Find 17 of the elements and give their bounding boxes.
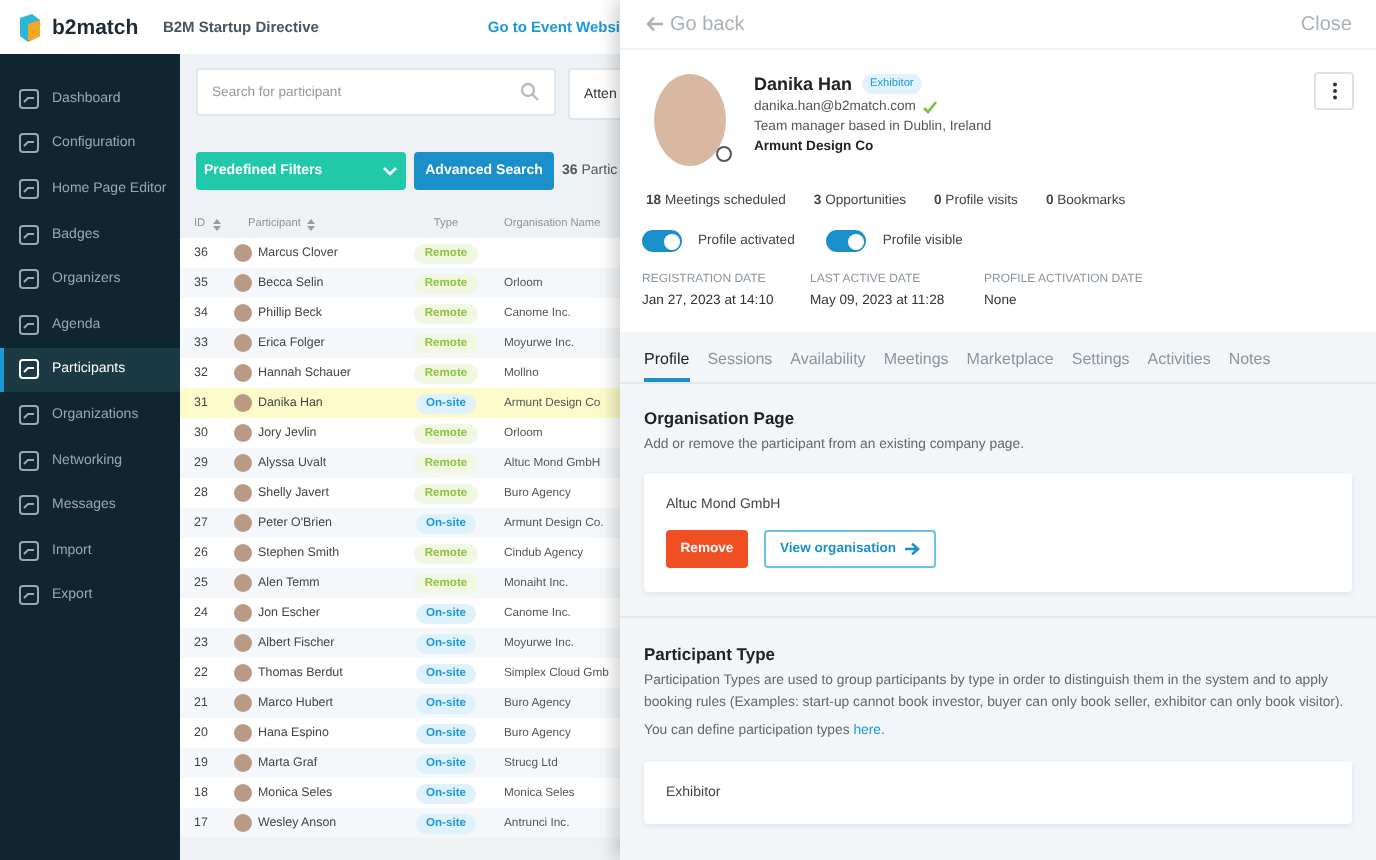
photo-placeholder bbox=[654, 74, 726, 166]
logo-icon bbox=[16, 11, 44, 43]
section-title: Organisation Page bbox=[644, 408, 797, 428]
participant-name: Danika Han bbox=[754, 74, 853, 94]
logo-text: b2match bbox=[52, 15, 139, 39]
arrow-right-icon bbox=[904, 542, 921, 556]
more-options-button[interactable] bbox=[1314, 72, 1354, 110]
chevron-icon bbox=[382, 166, 398, 176]
arrow-left-icon bbox=[646, 16, 664, 32]
toggle-switch[interactable] bbox=[642, 230, 682, 252]
more-icon bbox=[1331, 82, 1337, 100]
search-icon bbox=[520, 82, 540, 102]
section-title: Participant Type bbox=[644, 644, 777, 664]
toggle-switch[interactable] bbox=[826, 230, 867, 252]
sort-icon[interactable] bbox=[306, 217, 317, 231]
status-indicator-icon bbox=[716, 146, 732, 162]
sort-icon[interactable] bbox=[211, 217, 222, 231]
